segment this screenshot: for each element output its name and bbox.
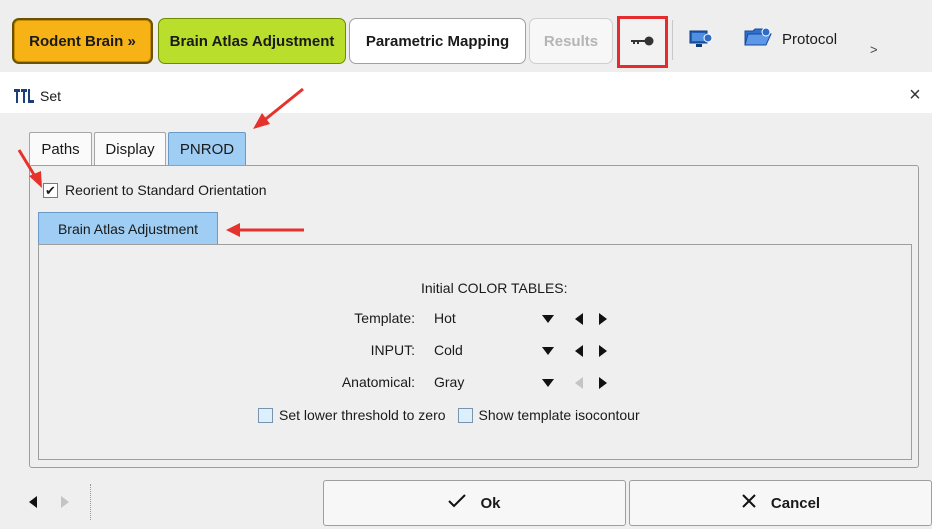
close-x-icon — [741, 493, 757, 513]
dialog-app-icon — [14, 89, 34, 103]
anatomical-label: Anatomical: — [341, 374, 415, 390]
tab-brain-atlas-adjustment[interactable]: Brain Atlas Adjustment — [38, 212, 218, 244]
previous-arrow-icon[interactable] — [573, 344, 585, 358]
next-arrow-icon[interactable] — [597, 344, 609, 358]
input-value: Cold — [434, 342, 463, 358]
protocol-button[interactable]: Protocol — [744, 24, 837, 54]
reorient-option[interactable]: ✔ Reorient to Standard Orientation — [43, 179, 267, 201]
input-label: INPUT: — [370, 342, 415, 358]
more-tools-button[interactable]: > — [870, 42, 878, 57]
check-icon — [448, 494, 467, 512]
folder-settings-icon — [744, 26, 774, 52]
anatomical-value: Gray — [434, 374, 465, 390]
cancel-button[interactable]: Cancel — [629, 480, 932, 526]
template-label: Template: — [354, 310, 415, 326]
reorient-checkbox[interactable]: ✔ — [43, 182, 58, 198]
next-arrow-icon[interactable] — [597, 376, 609, 390]
dialog-title-bar: Set × — [0, 80, 932, 112]
monitor-settings-icon[interactable] — [688, 28, 714, 50]
ok-button[interactable]: Ok — [323, 480, 626, 526]
workflow-toolbar: Rodent Brain » Brain Atlas Adjustment Pa… — [0, 0, 932, 72]
dropdown-icon[interactable] — [542, 345, 554, 357]
template-isocontour-label: Show template isocontour — [478, 407, 640, 423]
color-table-row-input: INPUT: Cold — [0, 340, 932, 362]
next-page-icon — [58, 494, 72, 510]
tab-pnrod[interactable]: PNROD — [168, 132, 246, 165]
tab-display[interactable]: Display — [94, 132, 166, 165]
key-icon — [630, 34, 656, 50]
threshold-options: Set lower threshold to zero Show templat… — [258, 404, 640, 426]
lower-threshold-label: Set lower threshold to zero — [279, 407, 446, 423]
template-isocontour-checkbox[interactable] — [457, 407, 473, 423]
rodent-brain-button[interactable]: Rodent Brain » — [12, 18, 153, 64]
next-arrow-icon[interactable] — [597, 312, 609, 326]
previous-page-icon[interactable] — [26, 494, 40, 510]
dialog-title: Set — [40, 88, 62, 104]
color-table-row-template: Template: Hot — [0, 308, 932, 330]
brain-atlas-adjustment-button[interactable]: Brain Atlas Adjustment — [158, 18, 346, 64]
cancel-label: Cancel — [770, 494, 821, 512]
results-button[interactable]: Results — [529, 18, 613, 64]
template-value: Hot — [434, 310, 456, 326]
parametric-mapping-button[interactable]: Parametric Mapping — [349, 18, 526, 64]
reorient-label: Reorient to Standard Orientation — [65, 182, 267, 198]
previous-arrow-icon — [573, 376, 585, 390]
color-table-row-anatomical: Anatomical: Gray — [0, 372, 932, 394]
dropdown-icon[interactable] — [542, 313, 554, 325]
color-tables-heading: Initial COLOR TABLES: — [421, 280, 568, 296]
protocol-label: Protocol — [782, 30, 838, 48]
previous-arrow-icon[interactable] — [573, 312, 585, 326]
settings-key-button[interactable] — [617, 16, 668, 68]
close-icon[interactable]: × — [902, 82, 928, 108]
toolbar-separator — [672, 20, 673, 60]
bottom-separator — [90, 484, 91, 520]
lower-threshold-checkbox[interactable] — [258, 407, 273, 423]
tab-paths[interactable]: Paths — [29, 132, 92, 165]
dropdown-icon[interactable] — [542, 377, 554, 389]
ok-label: Ok — [480, 494, 501, 512]
